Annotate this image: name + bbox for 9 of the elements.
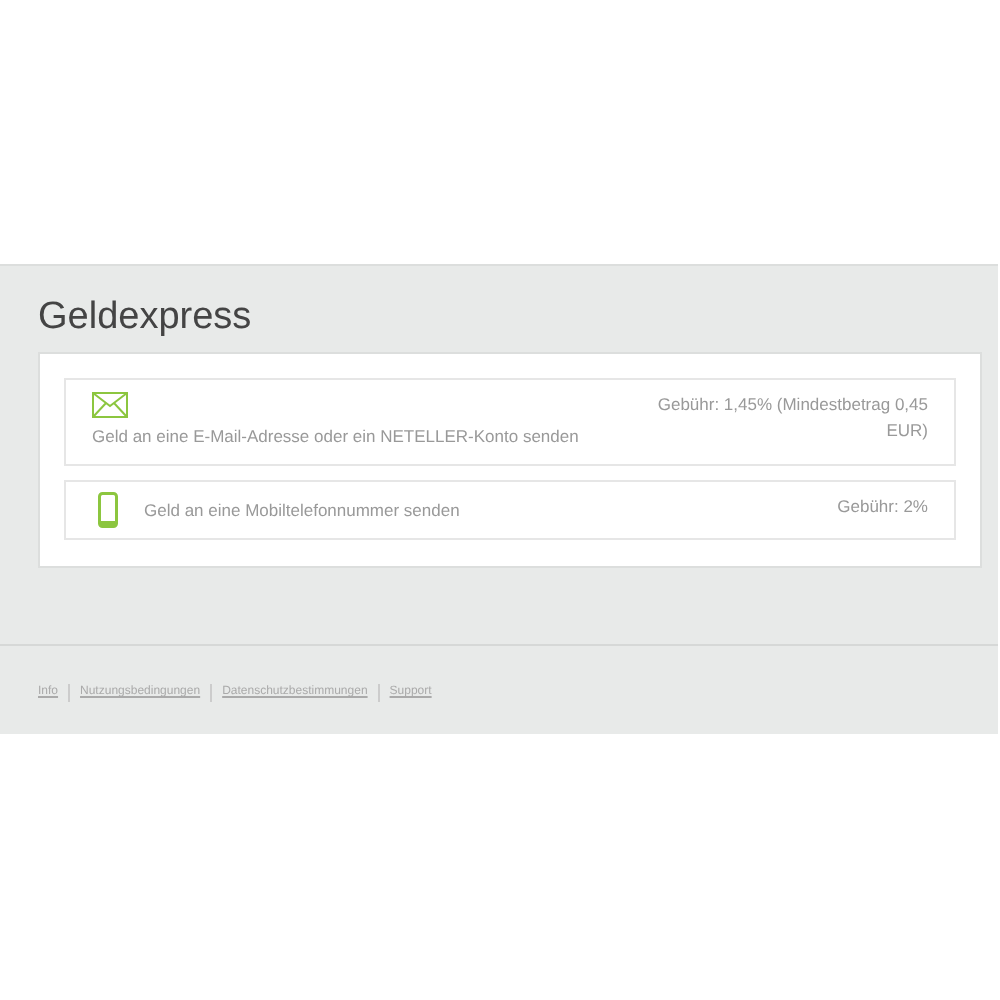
option-label: Geld an eine E-Mail-Adresse oder ein NETELLER-Konto senden [92,424,579,450]
option-fee: Gebühr: 1,45% (Mindestbetrag 0,45 EUR) [655,392,928,444]
send-option[interactable]: Geld an eine Mobiltelefonnummer senden Gebühr: 2% [64,480,956,540]
envelope-icon [92,392,128,418]
page-title: Geldexpress [38,294,252,342]
option-fee: Gebühr: 2% [837,494,928,520]
mobile-phone-icon [98,492,118,528]
option-label: Geld an eine Mobiltelefonnummer senden [144,497,460,523]
send-option[interactable]: Geld an eine E-Mail-Adresse oder ein NETELLER-Konto senden Gebühr: 1,45% (Mindestbetrag 0,45 EUR) [64,378,956,466]
